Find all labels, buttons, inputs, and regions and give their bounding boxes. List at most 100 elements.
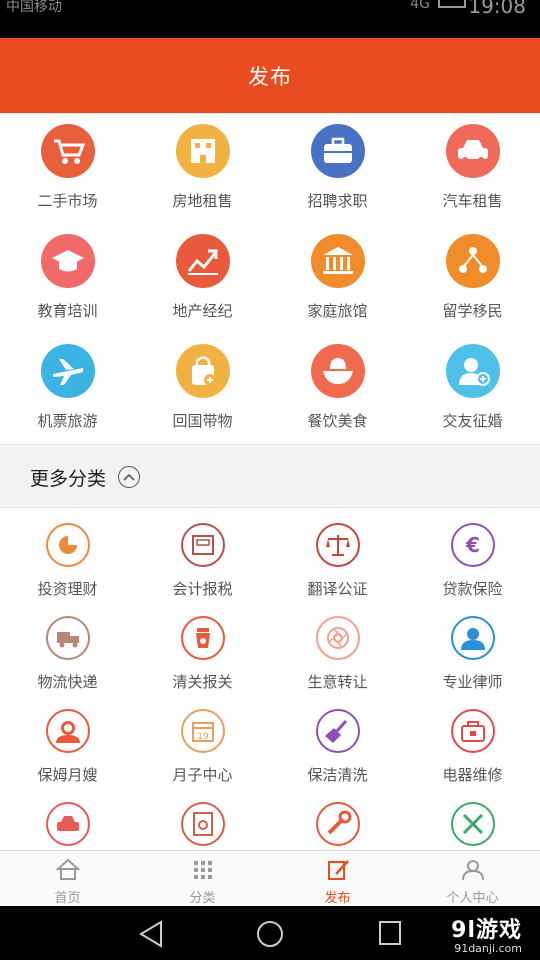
home-nav-icon[interactable]: [256, 920, 284, 952]
user-icon: [461, 859, 485, 885]
aperture-icon: [315, 616, 360, 660]
category-item[interactable]: 留学移民: [405, 224, 540, 334]
tab-label: 分类: [189, 891, 216, 906]
category-item[interactable]: 家庭旅馆: [270, 224, 405, 334]
category-item[interactable]: 二手市场: [0, 114, 135, 224]
scales-icon: [315, 523, 360, 567]
toolbox-icon: [450, 709, 495, 753]
pie-chart-icon: [45, 523, 90, 567]
svg-text:€: €: [465, 533, 480, 557]
back-nav-icon[interactable]: [138, 920, 164, 952]
subcategory-label: 保姆月嫂: [37, 766, 98, 784]
more-categories-header[interactable]: 更多分类: [0, 447, 540, 507]
euro-icon: €: [450, 523, 495, 567]
tab-user[interactable]: 个人中心: [405, 851, 540, 906]
more-categories-title: 更多分类: [30, 467, 107, 490]
tab-label: 发布: [324, 891, 351, 906]
category-label: 地产经纪: [172, 302, 233, 320]
grid-icon: [191, 859, 215, 885]
subcategory-label: 投资理财: [37, 580, 98, 598]
airplane-icon: [40, 344, 95, 398]
subcategory-item[interactable]: 保姆月嫂: [0, 694, 135, 787]
chevron-up-icon[interactable]: [118, 466, 141, 488]
category-item[interactable]: 房地租售: [135, 114, 270, 224]
subcategory-item[interactable]: 会计报税: [135, 508, 270, 601]
tab-grid[interactable]: 分类: [135, 851, 270, 906]
subcategory-label: 清关报关: [172, 673, 233, 691]
wrench-icon: [315, 802, 360, 846]
category-label: 机票旅游: [37, 412, 98, 430]
system-nav-bar: 9l游戏 91danji.com: [0, 906, 540, 960]
category-item[interactable]: 交友征婚: [405, 334, 540, 444]
subcategory-label: 保洁清洗: [307, 766, 368, 784]
recents-nav-icon[interactable]: [378, 920, 402, 950]
subcategory-label: 月子中心: [172, 766, 233, 784]
category-label: 招聘求职: [307, 192, 368, 210]
top-category-panel: 二手市场 房地租售 招聘求职 汽车租售教育培训 地产经纪 家庭旅馆 留学移民机票旅游 回国带物…: [0, 113, 540, 445]
tab-edit[interactable]: 发布: [270, 851, 405, 906]
lawyer-icon: [450, 616, 495, 660]
watermark-brand: 9l游戏: [451, 918, 522, 943]
subcategory-label: 翻译公证: [307, 580, 368, 598]
subcategory-item[interactable]: 投资理财: [0, 508, 135, 601]
sub-category-panel: 投资理财 会计报税 翻译公证 € 贷款保险物流快递 清关报关 生意转让 专业律师保姆月嫂 19 月…: [0, 507, 540, 881]
category-label: 餐饮美食: [307, 412, 368, 430]
subcategory-item[interactable]: 清关报关: [135, 601, 270, 694]
home-icon: [54, 858, 81, 885]
nanny-icon: [45, 709, 90, 753]
subcategory-label: 生意转让: [307, 673, 368, 691]
subcategory-label: 贷款保险: [442, 580, 503, 598]
category-item[interactable]: 招聘求职: [270, 114, 405, 224]
tab-home[interactable]: 首页: [0, 851, 135, 906]
network-label: 4G: [410, 0, 430, 12]
sub-category-grid: 投资理财 会计报税 翻译公证 € 贷款保险物流快递 清关报关 生意转让 专业律师保姆月嫂 19 月…: [0, 508, 540, 880]
building-icon: [175, 124, 230, 178]
category-label: 交友征婚: [442, 412, 503, 430]
trend-chart-icon: [175, 234, 230, 288]
subcategory-label: 会计报税: [172, 580, 233, 598]
category-item[interactable]: 教育培训: [0, 224, 135, 334]
subcategory-label: 专业律师: [442, 673, 503, 691]
broom-icon: [315, 709, 360, 753]
cup-icon: [180, 616, 225, 660]
category-item[interactable]: 地产经纪: [135, 224, 270, 334]
app-screen: 发布 二手市场 房地租售 招聘求职 汽车租售教育培训 地产经纪 家庭旅馆 留学移民机票旅游 回…: [0, 38, 540, 906]
category-item[interactable]: 回国带物: [135, 334, 270, 444]
car-icon: [445, 124, 500, 178]
subcategory-item[interactable]: 电器维修: [405, 694, 540, 787]
bank-icon: [310, 234, 365, 288]
briefcase-icon: [310, 124, 365, 178]
subcategory-item[interactable]: 19 月子中心: [135, 694, 270, 787]
category-item[interactable]: 汽车租售: [405, 114, 540, 224]
subcategory-item[interactable]: 物流快递: [0, 601, 135, 694]
subcategory-item[interactable]: 翻译公证: [270, 508, 405, 601]
tab-label: 首页: [54, 891, 81, 906]
category-label: 家庭旅馆: [307, 302, 368, 320]
food-bowl-icon: [310, 344, 365, 398]
watermark: 9l游戏 91danji.com: [451, 912, 522, 955]
shopping-bag-icon: [175, 344, 230, 398]
category-label: 汽车租售: [442, 192, 503, 210]
tab-label: 个人中心: [446, 891, 499, 906]
category-item[interactable]: 餐饮美食: [270, 334, 405, 444]
page-header: 发布: [0, 38, 540, 113]
carrier-label: 中国移动: [6, 0, 62, 15]
people-network-icon: [445, 234, 500, 288]
subcategory-label: 电器维修: [442, 766, 503, 784]
status-bar: 中国移动 4G 19:08: [0, 0, 540, 38]
watermark-domain: 91danji.com: [454, 942, 522, 955]
subcategory-item[interactable]: 生意转让: [270, 601, 405, 694]
category-label: 二手市场: [37, 192, 98, 210]
subcategory-item[interactable]: 专业律师: [405, 601, 540, 694]
category-item[interactable]: 机票旅游: [0, 334, 135, 444]
bottom-tab-bar: 首页 分类 发布 个人中心: [0, 850, 540, 906]
document-search-icon: [180, 802, 225, 846]
top-category-grid: 二手市场 房地租售 招聘求职 汽车租售教育培训 地产经纪 家庭旅馆 留学移民机票旅游 回国带物…: [0, 114, 540, 444]
edit-icon: [326, 859, 350, 885]
page-title: 发布: [248, 64, 292, 89]
svg-text:19: 19: [197, 732, 209, 742]
subcategory-item[interactable]: € 贷款保险: [405, 508, 540, 601]
subcategory-label: 物流快递: [37, 673, 98, 691]
subcategory-item[interactable]: 保洁清洗: [270, 694, 405, 787]
tools-icon: [450, 802, 495, 846]
